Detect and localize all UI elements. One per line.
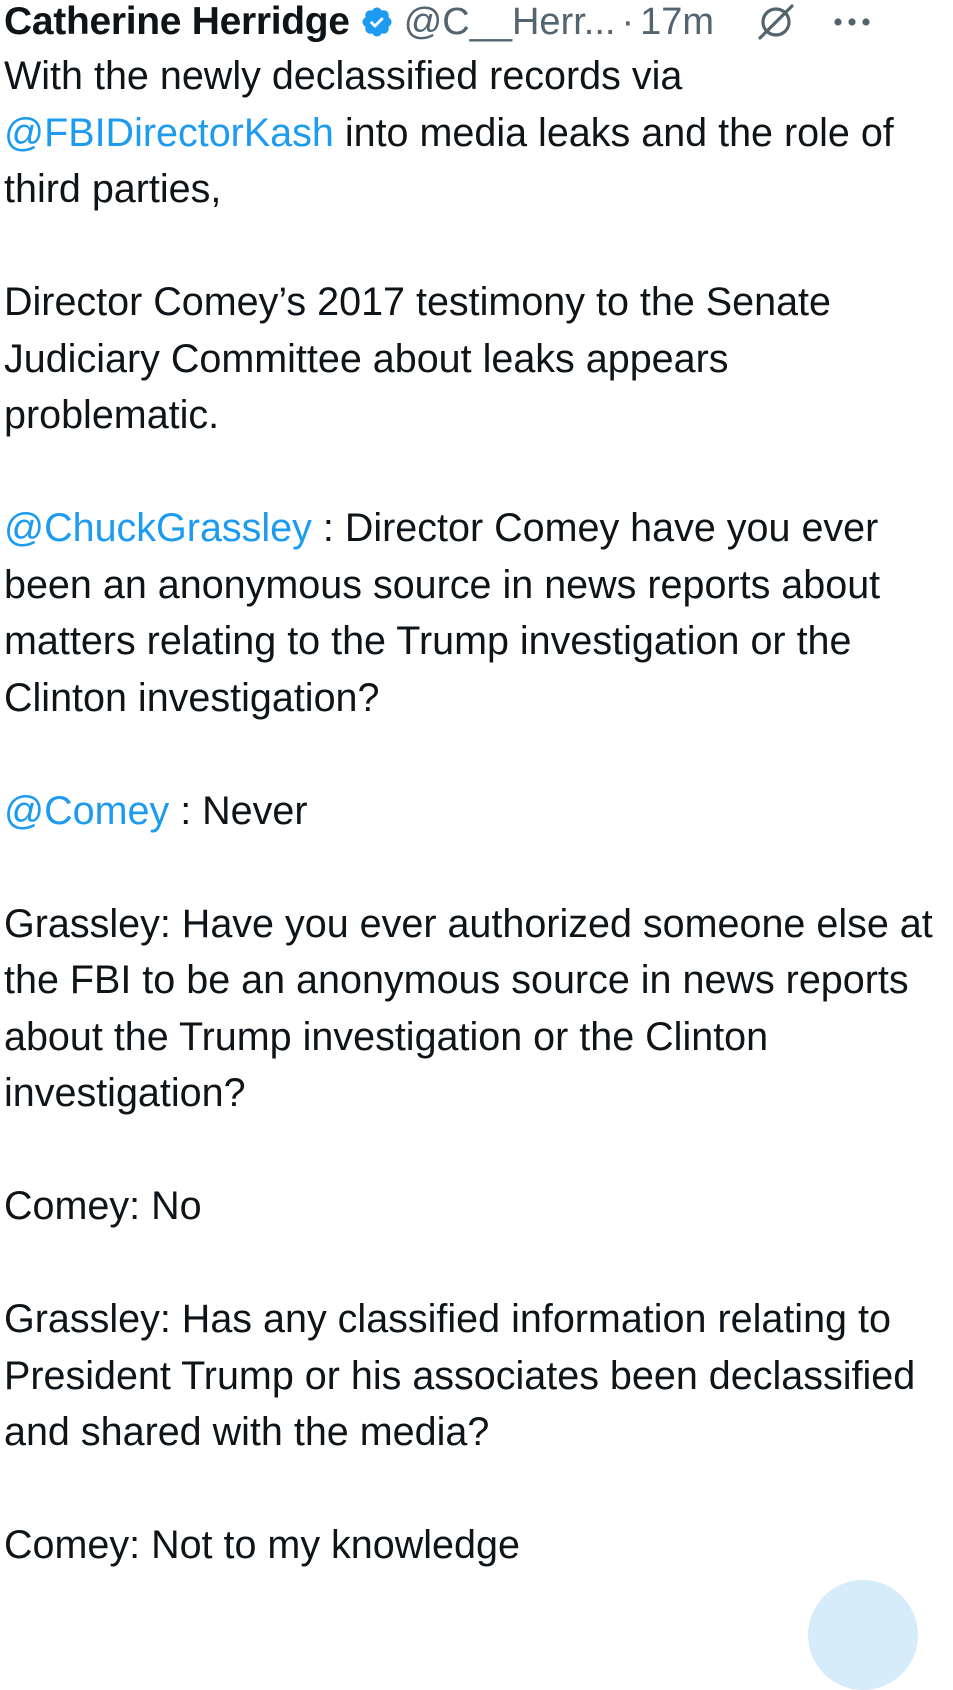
more-options-icon[interactable] [832,12,872,32]
separator-dot: · [621,0,635,43]
verified-badge-icon[interactable] [360,5,394,39]
tweet-paragraph: Grassley: Have you ever authorized someo… [4,901,933,1116]
text-segment: With the newly declassified records via [4,54,683,98]
author-name[interactable]: Catherine Herridge [4,0,350,44]
tweet-paragraph: Director Comey’s 2017 testimony to the S… [4,280,831,437]
tweet-text: With the newly declassified records via … [4,48,949,1574]
grok-icon[interactable] [756,2,796,42]
tweet-paragraph: With the newly declassified records via … [4,48,949,218]
tweet-paragraph: Grassley: Has any classified information… [4,1297,916,1454]
tweet-paragraph: Comey: No [4,1184,202,1228]
mention-link[interactable]: @ChuckGrassley [4,506,312,550]
tweet-paragraph: Comey: Not to my knowledge [4,1523,520,1567]
author-handle[interactable]: @C__Herr... [404,1,616,44]
floating-action-button[interactable] [808,1580,918,1690]
post-time[interactable]: 17m [640,1,714,44]
mention-link[interactable]: @FBIDirectorKash [4,111,334,155]
mention-link[interactable]: @Comey [4,789,169,833]
tweet-paragraph: @Comey : Never [4,783,949,840]
tweet-paragraph: @ChuckGrassley : Director Comey have you… [4,500,949,726]
text-segment: : Never [169,788,308,833]
tweet-header: Catherine Herridge @C__Herr... · 17m [4,0,949,44]
